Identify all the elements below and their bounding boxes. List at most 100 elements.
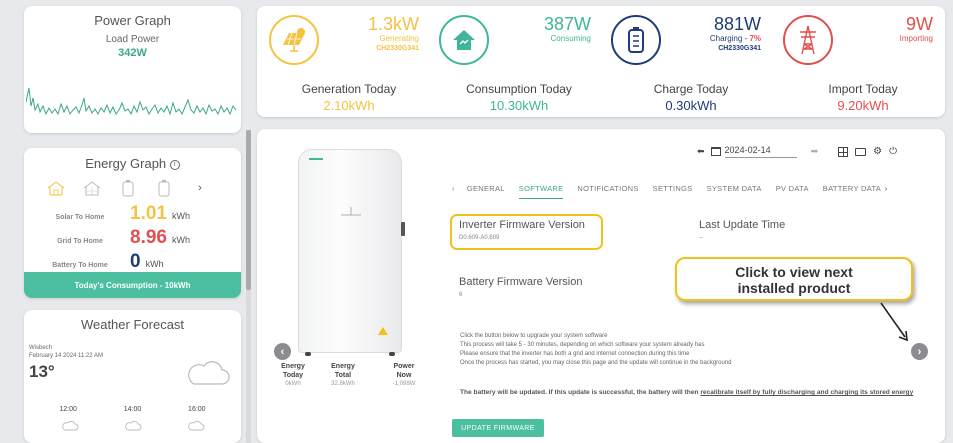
generating-label: Generating xyxy=(379,34,419,43)
metric-label: Now xyxy=(396,372,412,379)
load-power-value: 342W xyxy=(118,47,147,59)
last-update-value: -- xyxy=(699,235,703,241)
calendar-icon[interactable] xyxy=(710,147,721,156)
metric-value: 0kWh xyxy=(285,381,301,387)
metric-value: -1,098W xyxy=(392,381,416,387)
battery-icon[interactable] xyxy=(110,179,146,197)
weather-temperature: 13° xyxy=(29,362,55,381)
battery-firmware-value: 6 xyxy=(459,292,463,298)
solar-home-icon[interactable] xyxy=(38,180,74,196)
tab-notifications[interactable]: NOTIFICATIONS xyxy=(577,184,638,199)
energy-row-unit: kWh xyxy=(171,211,190,221)
date-selector: ⬅ 2024-02-14 ➡ ⚙ ⏻ xyxy=(697,145,897,158)
charging-label: Charging - 7% xyxy=(667,34,761,44)
energy-row-value: 1.01 xyxy=(130,203,167,224)
grid-view-icon[interactable] xyxy=(838,146,849,157)
chevron-right-icon[interactable]: › xyxy=(182,182,218,194)
instruction-line: This process will take 5 - 30 minutes, d… xyxy=(460,342,705,348)
todays-consumption-bar: Today's Consumption - 10kWh xyxy=(24,272,241,298)
battery-product-image xyxy=(298,149,405,356)
callout-line-1: Click to view next xyxy=(735,264,853,280)
warning-text: The battery will be updated. If this upd… xyxy=(460,389,701,396)
power-graph-card: Power Graph Load Power 342W xyxy=(24,6,241,133)
grid-tower-icon xyxy=(783,15,833,65)
energy-today-metric: Energy Today 0kWh xyxy=(270,362,316,387)
tabs-scroll-right-icon[interactable]: › xyxy=(885,184,888,199)
energy-row-value: 8.96 xyxy=(130,227,167,248)
tab-settings[interactable]: SETTINGS xyxy=(653,184,693,199)
power-now-metric: Power Now -1,098W xyxy=(381,362,427,387)
generating-value: 1.3kW xyxy=(367,14,419,34)
tabs-scroll-left-icon[interactable]: ‹ xyxy=(452,184,455,199)
energy-graph-title-row: Energy Graph i xyxy=(24,156,241,171)
house-icon[interactable] xyxy=(74,180,110,196)
importing-stat: 9W Importing xyxy=(839,14,933,44)
energy-row-grid: Grid To Home 8.96 kWh xyxy=(24,227,241,251)
date-value[interactable]: 2024-02-14 xyxy=(724,145,797,158)
generating-serial: CH2330G341 xyxy=(376,45,419,52)
battery-update-warning: The battery will be updated. If this upd… xyxy=(460,388,920,398)
inverter-firmware-label: Inverter Firmware Version xyxy=(459,219,585,231)
next-date-arrow-icon[interactable]: ➡ xyxy=(811,146,819,157)
forecast-time: 14:00 xyxy=(123,406,142,413)
metric-label: Energy xyxy=(281,363,305,370)
tab-software[interactable]: SOFTWARE xyxy=(518,184,564,199)
energy-flow-icons: › xyxy=(24,177,241,199)
previous-product-button[interactable]: ‹ xyxy=(274,343,291,360)
energy-total-metric: Energy Total 32.8kWh xyxy=(320,362,366,387)
today-label: Import Today xyxy=(828,82,898,96)
tab-system-data[interactable]: SYSTEM DATA xyxy=(707,184,762,199)
battery-firmware-block: Battery Firmware Version 6 xyxy=(459,276,582,298)
charging-serial: CH2330G341 xyxy=(718,45,761,52)
product-detail-card: ‹ › Energy Today 0kWh Energy Total 32.8k… xyxy=(257,129,945,443)
recalibrate-link[interactable]: recalibrate itself by fully discharging … xyxy=(700,389,913,396)
battery-icon[interactable] xyxy=(146,179,182,197)
tab-pv-data[interactable]: PV DATA xyxy=(776,184,809,199)
upgrade-instructions: Click the button below to upgrade your s… xyxy=(460,332,732,368)
monitor-icon[interactable] xyxy=(855,147,867,156)
instruction-line: Once the process has started, you may cl… xyxy=(460,360,732,366)
next-product-button[interactable]: › xyxy=(911,343,928,360)
settings-gear-icon[interactable]: ⚙ xyxy=(873,146,882,157)
inverter-firmware-box: Inverter Firmware Version D0.609-A0.609 xyxy=(450,214,603,250)
generating-stat: 1.3kW Generating CH2330G341 xyxy=(327,14,419,54)
scrollbar-thumb[interactable] xyxy=(246,130,251,290)
load-power-label: Load Power xyxy=(105,34,160,45)
charging-label-text: Charging - xyxy=(709,34,750,43)
last-update-label: Last Update Time xyxy=(699,219,786,231)
importing-value: 9W xyxy=(906,14,933,34)
info-icon[interactable]: i xyxy=(169,159,180,170)
today-value: 10.30kWh xyxy=(489,98,549,113)
stats-card: 1.3kW Generating CH2330G341 387W Consumi… xyxy=(257,6,945,117)
metric-label: Energy xyxy=(331,363,355,370)
product-logo-mark xyxy=(341,207,361,216)
today-value: 9.20kWh xyxy=(837,98,889,113)
today-label: Consumption Today xyxy=(466,82,572,96)
energy-row-unit: kWh xyxy=(145,259,164,269)
tab-general[interactable]: GENERAL xyxy=(467,184,505,199)
energy-row-unit: kWh xyxy=(171,235,190,245)
product-tabs: ‹ GENERAL SOFTWARE NOTIFICATIONS SETTING… xyxy=(452,184,902,199)
today-label: Charge Today xyxy=(653,82,729,96)
cloud-icon xyxy=(124,420,141,431)
battery-status-icon xyxy=(611,15,661,65)
generation-today: Generation Today 2.10kWh xyxy=(269,82,429,113)
power-icon[interactable]: ⏻ xyxy=(889,146,897,157)
side-handle xyxy=(401,222,405,236)
energy-row-label: Solar To Home xyxy=(55,214,105,221)
energy-row-solar: Solar To Home 1.01 kWh xyxy=(24,203,241,227)
home-icon xyxy=(439,15,489,65)
energy-row-label: Grid To Home xyxy=(57,238,103,245)
update-firmware-button[interactable]: UPDATE FIRMWARE xyxy=(452,419,544,437)
consuming-label: Consuming xyxy=(550,34,591,43)
today-label: Generation Today xyxy=(301,82,397,96)
metric-label: Today xyxy=(282,372,304,379)
cloud-icon xyxy=(187,420,204,431)
today-value: 2.10kWh xyxy=(323,98,375,113)
cloud-icon xyxy=(188,361,230,385)
previous-date-arrow-icon[interactable]: ⬅ xyxy=(697,146,705,157)
consuming-value: 387W xyxy=(543,14,591,34)
weather-forecast-card: Weather Forecast Wisbech February 14 202… xyxy=(24,310,241,443)
energy-graph-title: Energy Graph xyxy=(85,156,167,171)
tab-battery-data[interactable]: BATTERY DATA xyxy=(823,184,881,199)
